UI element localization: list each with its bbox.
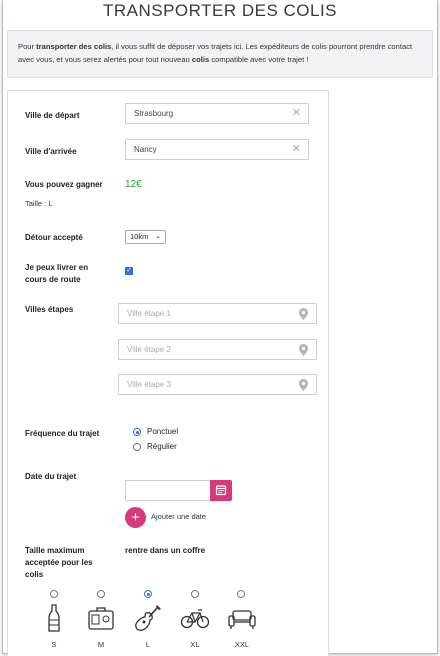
- earn-label: Vous pouvez gagner: [25, 180, 103, 189]
- sofa-icon: [228, 610, 256, 629]
- departure-value: Strasbourg: [134, 109, 174, 118]
- en-route-label-1: Je peux livrer en: [25, 263, 89, 272]
- location-pin-icon: [299, 379, 308, 391]
- page-title: TRANSPORTER DES COLIS: [102, 1, 338, 20]
- earn-value: 12€: [125, 179, 142, 190]
- stop3-placeholder: Ville étape 3: [127, 380, 171, 389]
- frequency-radio-ponctuel[interactable]: [133, 428, 141, 436]
- calendar-icon: [215, 485, 227, 496]
- frequency-option-ponctuel: Ponctuel: [147, 427, 179, 436]
- info-text-3: compatible avec votre trajet !: [209, 55, 309, 64]
- size-radio-xxl[interactable]: [237, 590, 245, 598]
- location-pin-icon: [299, 344, 308, 356]
- size-radio-s[interactable]: [50, 590, 58, 598]
- departure-input[interactable]: Strasbourg ✕: [125, 103, 309, 124]
- bicycle-icon: [180, 609, 210, 629]
- location-pin-icon: [299, 308, 308, 320]
- bottle-icon: [48, 604, 60, 632]
- en-route-checkbox[interactable]: ✓: [125, 267, 133, 275]
- size-radio-m[interactable]: [97, 590, 105, 598]
- size-radio-l[interactable]: [144, 590, 152, 598]
- info-box: Pour transporter des colis, il vous suff…: [7, 30, 433, 78]
- info-bold-2: colis: [191, 55, 210, 64]
- detour-label: Détour accepté: [25, 233, 83, 242]
- arrival-label: Ville d'arrivée: [25, 147, 77, 156]
- date-label: Date du trajet: [25, 472, 77, 481]
- stop1-placeholder: Ville étape 1: [127, 309, 171, 318]
- calendar-button[interactable]: [210, 480, 232, 501]
- frequency-radio-regulier[interactable]: [133, 443, 141, 451]
- suitcase-icon: [88, 607, 114, 630]
- size-info: Taille : L: [25, 199, 53, 208]
- stop2-placeholder: Ville étape 2: [127, 345, 171, 354]
- info-text-1: Pour: [18, 42, 37, 51]
- date-input[interactable]: [125, 480, 211, 501]
- stop2-input[interactable]: Ville étape 2: [118, 339, 317, 360]
- max-size-label-1: Taille maximum: [25, 546, 85, 555]
- arrival-input[interactable]: Nancy ✕: [125, 139, 309, 160]
- size-label-xxl: XXL: [234, 640, 250, 649]
- arrival-clear-icon[interactable]: ✕: [292, 143, 301, 155]
- frequency-option-regulier: Régulier: [147, 442, 177, 451]
- size-label-l: L: [145, 640, 151, 649]
- size-label-m: M: [97, 640, 105, 649]
- size-label-s: S: [51, 640, 57, 649]
- stops-label: Villes étapes: [25, 305, 74, 314]
- trip-form: Ville de départ Strasbourg ✕ Ville d'arr…: [7, 90, 329, 656]
- add-date-button[interactable]: +: [125, 507, 146, 528]
- departure-label: Ville de départ: [25, 111, 80, 120]
- detour-value: 10km: [130, 232, 149, 241]
- stop3-input[interactable]: Ville étape 3: [118, 374, 317, 395]
- info-bold-1: transporter des colis: [36, 42, 112, 51]
- size-radio-xl[interactable]: [191, 590, 199, 598]
- arrival-value: Nancy: [134, 145, 157, 154]
- plus-icon: +: [131, 509, 140, 526]
- max-size-hint: rentre dans un coffre: [125, 546, 206, 555]
- en-route-label-2: cours de route: [25, 275, 81, 284]
- guitar-icon: [135, 605, 161, 631]
- departure-clear-icon[interactable]: ✕: [292, 107, 301, 119]
- size-label-xl: XL: [190, 640, 200, 649]
- stop1-input[interactable]: Ville étape 1: [118, 303, 317, 324]
- max-size-label-3: colis: [25, 570, 44, 579]
- add-date-label[interactable]: Ajouter une date: [151, 512, 206, 521]
- frequency-label: Fréquence du trajet: [25, 429, 100, 438]
- max-size-label-2: acceptée pour les: [25, 558, 93, 567]
- detour-select[interactable]: 10km ⌄: [125, 230, 166, 244]
- chevron-down-icon: ⌄: [155, 233, 161, 240]
